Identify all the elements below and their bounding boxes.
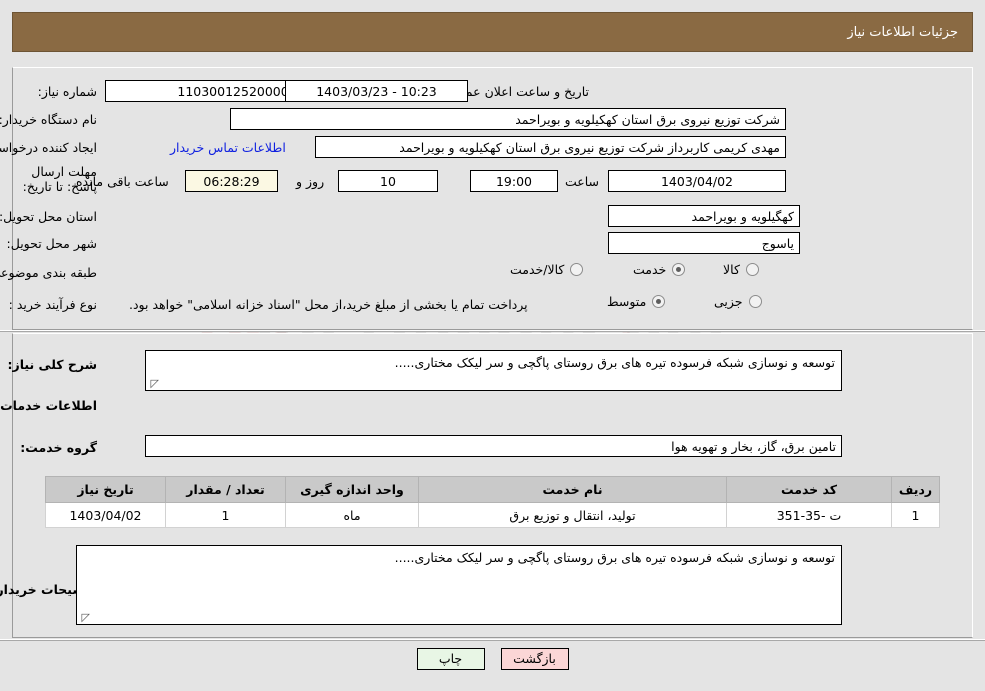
need-info-panel (12, 67, 973, 330)
cell-need-date: 1403/04/02 (45, 502, 166, 528)
services-table: ردیف کد خدمت نام خدمت واحد اندازه گیری ت… (45, 476, 940, 528)
radio-category-goods-circle[interactable] (745, 263, 759, 276)
panel-divider (0, 330, 985, 332)
th-need-date: تاریخ نیاز (45, 476, 166, 503)
th-service-code: کد خدمت (726, 476, 892, 503)
public-announce-value: 1403/03/23 - 10:23 (285, 80, 468, 102)
buyer-org-label: نام دستگاه خریدار: (0, 112, 97, 127)
resize-grip-icon-2[interactable]: ◸ (80, 612, 90, 623)
general-description-value: توسعه و نوسازی شبکه فرسوده تیره های برق … (394, 355, 835, 370)
page-title: جزئیات اطلاعات نیاز (847, 24, 958, 40)
radio-category-goods-service-label: کالا/خدمت (510, 262, 565, 277)
cell-quantity: 1 (165, 502, 286, 528)
delivery-city-label: شهر محل تحویل: (6, 236, 97, 251)
th-quantity: تعداد / مقدار (165, 476, 286, 503)
buyer-notes-textarea[interactable]: توسعه و نوسازی شبکه فرسوده تیره های برق … (76, 545, 842, 625)
radio-process-medium-label: متوسط (607, 294, 647, 309)
purchase-process-label: نوع فرآیند خرید : (8, 297, 97, 312)
back-button[interactable]: بازگشت (500, 648, 569, 670)
general-description-label: شرح کلی نیاز: (7, 357, 97, 372)
radio-process-minor-circle[interactable] (748, 295, 762, 308)
requester-value: مهدی کریمی کاربرداز شرکت توزیع نیروی برق… (315, 136, 786, 158)
deadline-time-value: 19:00 (470, 170, 558, 192)
delivery-city-value: یاسوج (608, 232, 800, 254)
cell-row: 1 (891, 502, 940, 528)
table-row: 1 ت -35-351 تولید، انتقال و توزیع برق ما… (45, 502, 940, 528)
th-unit: واحد اندازه گیری (285, 476, 419, 503)
remaining-days-label: روز و (296, 174, 325, 189)
th-row: ردیف (891, 476, 940, 503)
resize-grip-icon[interactable]: ◸ (149, 378, 159, 389)
th-service-name: نام خدمت (418, 476, 727, 503)
cell-service-name: تولید، انتقال و توزیع برق (418, 502, 727, 528)
general-description-textarea[interactable]: توسعه و نوسازی شبکه فرسوده تیره های برق … (145, 350, 842, 391)
radio-category-service-circle[interactable] (672, 263, 686, 276)
radio-process-minor-label: جزیی (714, 294, 743, 309)
radio-category-goods-label: کالا (723, 262, 740, 277)
radio-process-medium-circle[interactable] (652, 295, 666, 308)
remaining-days-value: 10 (338, 170, 438, 192)
buyer-notes-value: توسعه و نوسازی شبکه فرسوده تیره های برق … (394, 550, 835, 565)
cell-service-code: ت -35-351 (726, 502, 892, 528)
delivery-province-label: استان محل تحویل: (0, 209, 97, 224)
need-number-label: شماره نیاز: (37, 84, 97, 99)
radio-category-goods-service[interactable]: کالا/خدمت (510, 262, 584, 277)
remaining-time-value: 06:28:29 (185, 170, 278, 192)
radio-process-medium[interactable]: متوسط (607, 294, 666, 309)
deadline-hour-label: ساعت (565, 174, 600, 189)
services-info-heading: اطلاعات خدمات مورد نیاز (0, 398, 97, 413)
remaining-time-label: ساعت باقی مانده (76, 174, 169, 189)
table-header-row: ردیف کد خدمت نام خدمت واحد اندازه گیری ت… (45, 476, 940, 503)
radio-category-goods[interactable]: کالا (723, 262, 759, 277)
requester-label: ایجاد کننده درخواست: (0, 140, 97, 155)
buyer-contact-link[interactable]: اطلاعات تماس خریدار (170, 140, 286, 155)
cell-unit: ماه (285, 502, 419, 528)
deadline-date-value: 1403/04/02 (608, 170, 786, 192)
radio-process-minor[interactable]: جزیی (714, 294, 762, 309)
delivery-province-value: کهگیلویه و بویراحمد (608, 205, 800, 227)
radio-category-goods-service-circle[interactable] (570, 263, 584, 276)
action-buttons: بازگشت چاپ (0, 648, 985, 670)
subject-category-label: طبقه بندی موضوعی: (0, 265, 97, 280)
buyer-org-value: شرکت توزیع نیروی برق استان کهکیلویه و بو… (230, 108, 786, 130)
treasury-note: پرداخت تمام یا بخشی از مبلغ خرید،از محل … (129, 297, 528, 312)
radio-category-service-label: خدمت (633, 262, 667, 277)
footer-divider (0, 639, 985, 641)
service-group-value: تامین برق، گاز، بخار و تهویه هوا (145, 435, 842, 457)
service-group-label: گروه خدمت: (20, 440, 97, 455)
print-button[interactable]: چاپ (416, 648, 485, 670)
page-title-bar: جزئیات اطلاعات نیاز (12, 12, 973, 52)
page-root: tnatender.net AnaTender.net جزئیات اطلاع… (0, 0, 985, 691)
radio-category-service[interactable]: خدمت (633, 262, 686, 277)
